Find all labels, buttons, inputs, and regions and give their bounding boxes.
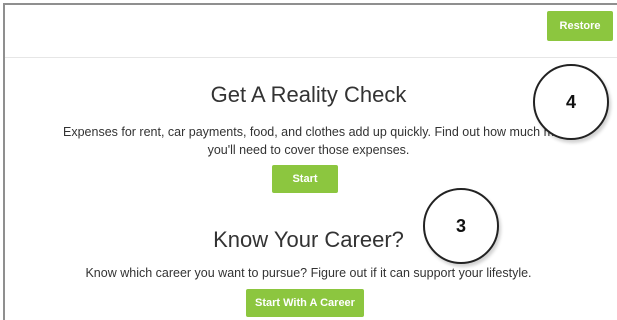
start-with-career-button[interactable]: Start With A Career (246, 289, 364, 317)
top-bar (5, 5, 617, 58)
career-title: Know Your Career? (213, 227, 404, 252)
career-description: Know which career you want to pursue? Fi… (85, 266, 532, 280)
callout-4: 4 (533, 64, 609, 140)
callout-3: 3 (423, 188, 499, 264)
reality-check-description-line1: Expenses for rent, car payments, food, a… (63, 125, 554, 139)
start-button[interactable]: Start (272, 165, 338, 193)
reality-check-title: Get A Reality Check (210, 82, 407, 107)
reality-check-description-line2: you'll need to cover those expenses. (207, 143, 410, 157)
restore-button[interactable]: Restore (547, 11, 613, 41)
